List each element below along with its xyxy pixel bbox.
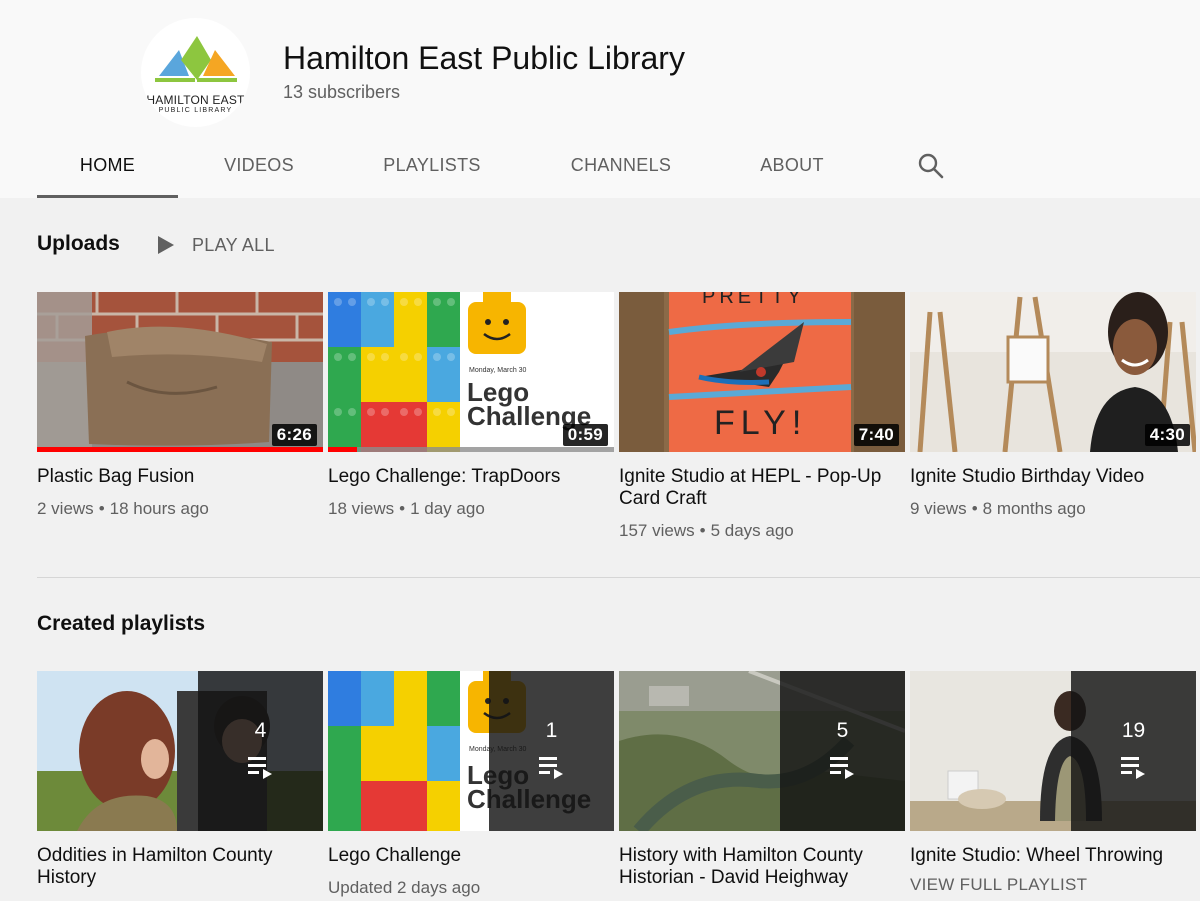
playlist-title[interactable]: Lego Challenge: [328, 845, 614, 867]
section-divider: [37, 577, 1200, 578]
playlist-updated: Updated 2 days ago: [328, 878, 481, 897]
playlist-overlay: 4: [198, 671, 323, 831]
view-count: 18 views: [328, 499, 395, 518]
thumbnail-text-bottom: FLY!: [714, 404, 808, 442]
upload-age: 5 days ago: [710, 521, 794, 540]
watch-progress-bar: [328, 447, 357, 452]
logo-text-line1: HAMILTON EAST: [146, 93, 245, 107]
tab-channels[interactable]: CHANNELS: [556, 140, 686, 198]
video-card[interactable]: Monday, March 30 Lego Challenge 0:59 Leg…: [328, 292, 614, 519]
play-all-label: PLAY ALL: [192, 234, 275, 255]
video-title[interactable]: Plastic Bag Fusion: [37, 466, 323, 488]
video-thumbnail[interactable]: PRETTY FLY! 7:40: [619, 292, 905, 452]
logo-text-line2: PUBLIC LIBRARY: [158, 107, 233, 114]
playlist-title[interactable]: Oddities in Hamilton County History: [37, 845, 323, 889]
playlist-card[interactable]: 5 History with Hamilton County Historian…: [619, 671, 905, 889]
play-icon: [158, 236, 174, 254]
playlist-play-icon: [1121, 757, 1145, 779]
playlist-thumbnail[interactable]: Monday, March 30 Lego Challenge 1: [328, 671, 614, 831]
watch-progress-bar: [37, 447, 323, 452]
view-full-playlist-link[interactable]: VIEW FULL PLAYLIST: [910, 875, 1196, 895]
video-title[interactable]: Lego Challenge: TrapDoors: [328, 466, 614, 488]
playlist-overlay: 1: [489, 671, 614, 831]
video-thumbnail[interactable]: 4:30: [910, 292, 1196, 452]
youtube-channel-page: HAMILTON EAST PUBLIC LIBRARY Hamilton Ea…: [0, 0, 1200, 901]
playlist-card[interactable]: 4 Oddities in Hamilton County History: [37, 671, 323, 889]
channel-title: Hamilton East Public Library: [283, 40, 685, 76]
playlist-play-icon: [248, 757, 272, 779]
video-meta: 157 views • 5 days ago: [619, 521, 794, 540]
playlists-heading: Created playlists: [37, 612, 206, 635]
tab-home[interactable]: HOME: [37, 140, 178, 198]
thumbnail-date: Monday, March 30: [469, 367, 527, 374]
uploads-heading: Uploads: [37, 232, 120, 255]
playlist-video-count: 5: [836, 719, 849, 742]
playlist-overlay: 5: [780, 671, 905, 831]
video-card[interactable]: 6:26 Plastic Bag Fusion 2 views • 18 hours…: [37, 292, 323, 519]
playlist-play-icon: [539, 757, 563, 779]
channel-header: HAMILTON EAST PUBLIC LIBRARY Hamilton Ea…: [0, 0, 1200, 198]
video-meta: 9 views • 8 months ago: [910, 499, 1086, 518]
video-thumbnail[interactable]: 6:26: [37, 292, 323, 452]
video-card[interactable]: 4:30 Ignite Studio Birthday Video 9 view…: [910, 292, 1196, 519]
view-count: 157 views: [619, 521, 695, 540]
playlist-card[interactable]: 19 Ignite Studio: Wheel Throwing VIEW FU…: [910, 671, 1196, 895]
view-count: 2 views: [37, 499, 94, 518]
upload-age: 1 day ago: [410, 499, 485, 518]
video-title[interactable]: Ignite Studio Birthday Video: [910, 466, 1196, 488]
tab-playlists[interactable]: PLAYLISTS: [367, 140, 497, 198]
playlist-thumbnail[interactable]: 4: [37, 671, 323, 831]
subscriber-count: 13 subscribers: [283, 82, 401, 102]
channel-tabs: HOME VIDEOS PLAYLISTS CHANNELS ABOUT: [37, 140, 997, 198]
video-duration: 0:59: [562, 424, 608, 446]
upload-age: 8 months ago: [982, 499, 1086, 518]
library-logo-icon: [155, 36, 237, 82]
playlist-title[interactable]: History with Hamilton County Historian -…: [619, 845, 905, 889]
video-duration: 7:40: [853, 424, 899, 446]
playlist-thumbnail[interactable]: 5: [619, 671, 905, 831]
video-meta: 18 views • 1 day ago: [328, 499, 485, 518]
view-count: 9 views: [910, 499, 967, 518]
playlist-card[interactable]: Monday, March 30 Lego Challenge 1 Lego C…: [328, 671, 614, 898]
playlist-video-count: 4: [254, 719, 267, 742]
video-thumbnail[interactable]: Monday, March 30 Lego Challenge 0:59: [328, 292, 614, 452]
playlist-title[interactable]: Ignite Studio: Wheel Throwing: [910, 845, 1196, 867]
search-icon[interactable]: [917, 152, 945, 180]
playlist-play-icon: [830, 757, 854, 779]
playlist-video-count: 19: [1121, 719, 1146, 742]
tab-videos[interactable]: VIDEOS: [202, 140, 316, 198]
playlist-thumbnail[interactable]: 19: [910, 671, 1196, 831]
video-card[interactable]: PRETTY FLY! 7:40 Ignite Studio at HEPL -…: [619, 292, 905, 541]
tab-about[interactable]: ABOUT: [749, 140, 835, 198]
video-duration: 4:30: [1144, 424, 1190, 446]
progress-track: [328, 447, 614, 452]
playlist-video-count: 1: [545, 719, 558, 742]
play-all-button[interactable]: PLAY ALL: [158, 233, 275, 257]
playlist-overlay: 19: [1071, 671, 1196, 831]
video-meta: 2 views • 18 hours ago: [37, 499, 209, 518]
video-title[interactable]: Ignite Studio at HEPL - Pop-Up Card Craf…: [619, 466, 905, 510]
upload-age: 18 hours ago: [109, 499, 209, 518]
thumbnail-text-top: PRETTY: [702, 292, 805, 308]
channel-avatar[interactable]: HAMILTON EAST PUBLIC LIBRARY: [141, 18, 250, 127]
video-duration: 6:26: [271, 424, 317, 446]
